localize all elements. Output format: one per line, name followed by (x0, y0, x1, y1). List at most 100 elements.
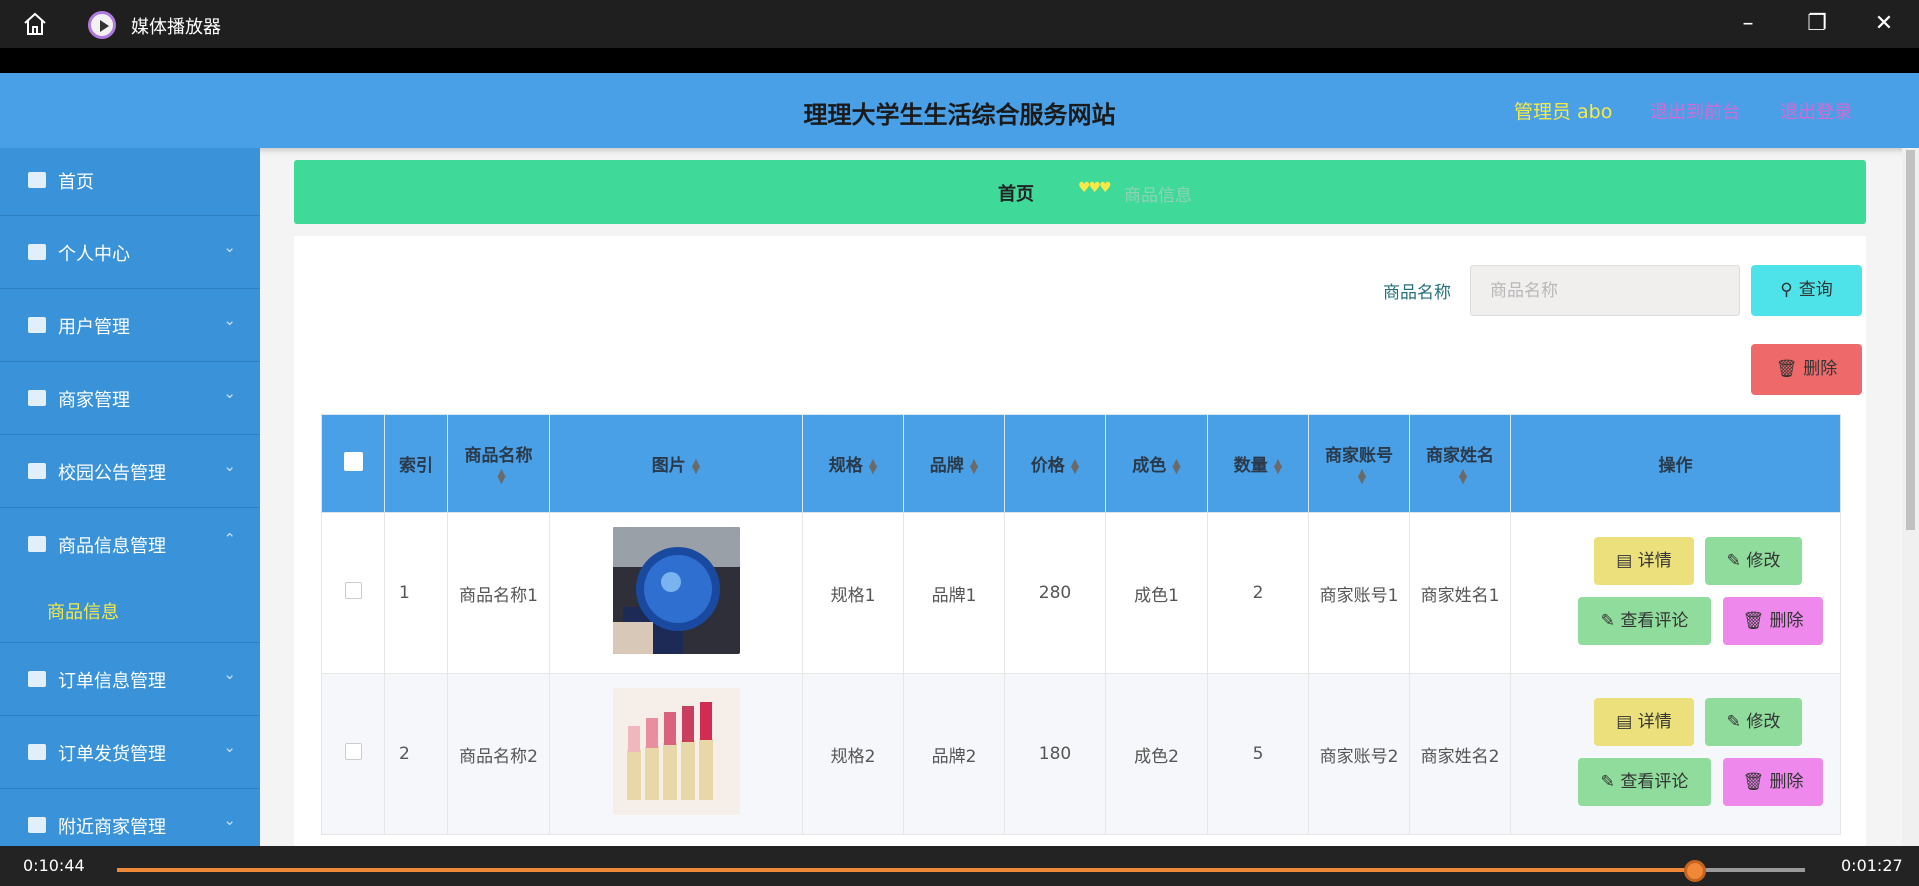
view-reviews-button[interactable]: ✎ 查看评论 (1578, 758, 1711, 806)
sort-icon[interactable]: ▲ ▼ (1274, 457, 1282, 475)
sort-icon[interactable]: ▲ ▼ (970, 457, 978, 475)
sidebar-item-label: 商品信息管理 (58, 536, 166, 557)
sidebar-item-shipping[interactable]: 订单发货管理 ⌄ (0, 716, 260, 789)
sidebar-item-merchants[interactable]: 商家管理 ⌄ (0, 362, 260, 435)
sidebar-item-notices[interactable]: 校园公告管理 ⌄ (0, 435, 260, 508)
delete-button[interactable]: 🗑 删除 (1723, 597, 1823, 645)
edit-button[interactable]: ✎ 修改 (1705, 698, 1802, 746)
header-merchant[interactable]: 商家姓名 ▲ ▼ (1409, 414, 1511, 513)
sidebar-item-orders[interactable]: 订单信息管理 ⌄ (0, 643, 260, 716)
header-condition[interactable]: 成色 ▲ ▼ (1105, 414, 1208, 513)
cell-brand: 品牌1 (903, 512, 1005, 674)
detail-button[interactable]: ▤ 详情 (1594, 537, 1694, 585)
delete-button[interactable]: 🗑 删除 (1723, 758, 1823, 806)
sidebar-item-label: 订单发货管理 (58, 744, 166, 765)
cell-brand: 品牌2 (903, 673, 1005, 835)
home-icon (28, 172, 46, 188)
header-label: 品牌 (929, 456, 964, 476)
table-row: 2 商品名称2 规格2 品牌2 180 成色2 5 商家账号2 商家姓名2 ▤ … (321, 673, 1841, 835)
pencil-icon: ✎ (1726, 712, 1747, 732)
logout-link[interactable]: 退出登录 (1780, 98, 1852, 124)
pencil-icon: ✎ (1600, 611, 1621, 631)
exit-to-frontend-link[interactable]: 退出到前台 (1650, 98, 1740, 124)
cell-index: 1 (384, 512, 448, 674)
map-icon (28, 817, 46, 833)
sidebar-item-label: 个人中心 (58, 244, 130, 265)
table-header-row: 索引 商品名称 ▲ ▼ 图片 ▲ ▼ 规格 ▲ ▼ 品牌 ▲ ▼ 价格 ▲ ▼ 成色 ▲ ▼ 数量 ▲ ▼ … (321, 414, 1841, 513)
sidebar-subitem-product-info[interactable]: 商品信息 (0, 581, 260, 643)
query-button-label: 查询 (1798, 280, 1833, 300)
sort-icon[interactable]: ▲ ▼ (1459, 467, 1467, 485)
notice-icon (28, 463, 46, 479)
header-brand[interactable]: 品牌 ▲ ▼ (903, 414, 1005, 513)
sort-icon[interactable]: ▲ ▼ (497, 467, 505, 485)
edit-button[interactable]: ✎ 修改 (1705, 537, 1802, 585)
scrollbar-thumb[interactable] (1906, 150, 1915, 530)
breadcrumb: 首页 ♥♥♥ 商品信息 (294, 160, 1866, 224)
sidebar-item-label: 用户管理 (58, 317, 130, 338)
header-image[interactable]: 图片 ▲ ▼ (549, 414, 803, 513)
seek-bar[interactable] (117, 868, 1805, 872)
header-account[interactable]: 商家账号 ▲ ▼ (1308, 414, 1410, 513)
cell-actions: ▤ 详情 ✎ 修改 ✎ 查看评论 🗑 删除 (1510, 673, 1841, 835)
search-input[interactable] (1471, 266, 1739, 315)
close-button[interactable]: ✕ (1870, 10, 1898, 38)
user-icon (28, 244, 46, 260)
breadcrumb-home[interactable]: 首页 (998, 180, 1034, 206)
remaining-time: 0:01:27 (1841, 856, 1903, 875)
header-index: 索引 (384, 414, 448, 513)
sidebar-item-profile[interactable]: 个人中心 ⌄ (0, 216, 260, 289)
sort-icon[interactable]: ▲ ▼ (692, 457, 700, 475)
header-spec[interactable]: 规格 ▲ ▼ (802, 414, 904, 513)
cell-image (549, 512, 803, 674)
elapsed-time: 0:10:44 (23, 856, 85, 875)
select-all-checkbox[interactable] (343, 451, 363, 471)
chevron-down-icon: ⌄ (223, 811, 236, 829)
delete-button-label: 删除 (1769, 772, 1804, 792)
sort-icon[interactable]: ▲ ▼ (1172, 457, 1180, 475)
sidebar-item-users[interactable]: 用户管理 ⌄ (0, 289, 260, 362)
view-reviews-button[interactable]: ✎ 查看评论 (1578, 597, 1711, 645)
detail-button-label: 详情 (1637, 551, 1672, 571)
sidebar-item-label: 首页 (58, 172, 94, 193)
chevron-down-icon: ⌄ (223, 384, 236, 402)
detail-button[interactable]: ▤ 详情 (1594, 698, 1694, 746)
sidebar-item-home[interactable]: 首页 (0, 148, 260, 216)
product-image-lipstick[interactable] (612, 688, 740, 815)
batch-delete-button[interactable]: 🗑 删除 (1751, 344, 1862, 395)
row-checkbox[interactable] (344, 743, 362, 760)
header-qty[interactable]: 数量 ▲ ▼ (1207, 414, 1309, 513)
search-icon: ⚲ (1780, 280, 1793, 300)
home-icon[interactable] (22, 12, 48, 36)
trash-icon: 🗑 (1742, 772, 1770, 792)
row-checkbox[interactable] (344, 582, 362, 599)
cell-name: 商品名称2 (447, 673, 550, 835)
cell-qty: 2 (1207, 512, 1309, 674)
sidebar: 首页 个人中心 ⌄ 用户管理 ⌄ 商家管理 ⌄ 校园公告管理 ⌄ 商品信息管理 … (0, 148, 260, 846)
header-label: 价格 (1030, 456, 1065, 476)
header-label: 图片 (651, 456, 686, 476)
sidebar-item-nearby[interactable]: 附近商家管理 ⌄ (0, 789, 260, 846)
minimize-button[interactable]: – (1734, 10, 1762, 38)
seek-handle[interactable] (1684, 860, 1707, 882)
page-scrollbar[interactable] (1902, 148, 1919, 846)
sort-icon[interactable]: ▲ ▼ (1071, 457, 1079, 475)
sort-icon[interactable]: ▲ ▼ (1358, 467, 1366, 485)
header-name[interactable]: 商品名称 ▲ ▼ (447, 414, 550, 513)
sort-icon[interactable]: ▲ ▼ (869, 457, 877, 475)
pencil-icon: ✎ (1600, 772, 1621, 792)
cell-merchant: 商家姓名2 (1409, 673, 1511, 835)
header-price[interactable]: 价格 ▲ ▼ (1004, 414, 1106, 513)
row-actions: ▤ 详情 ✎ 修改 ✎ 查看评论 🗑 删除 (1511, 513, 1840, 673)
header-select-all[interactable] (321, 414, 385, 513)
chevron-down-icon: ⌄ (223, 457, 236, 475)
admin-name: 管理员 abo (1514, 101, 1613, 123)
restore-button[interactable]: ❐ (1803, 10, 1831, 38)
sidebar-item-products[interactable]: 商品信息管理 ⌃ (0, 508, 260, 581)
window-title: 媒体播放器 (131, 17, 221, 38)
delete-button-label: 删除 (1769, 611, 1804, 631)
header-label: 商品名称 (464, 446, 533, 466)
product-image-watch[interactable] (612, 527, 740, 654)
query-button[interactable]: ⚲ 查询 (1751, 265, 1862, 316)
table-row: 1 商品名称1 规格1 品牌1 280 成色1 2 商家账号1 商家姓名1 ▤ … (321, 512, 1841, 674)
